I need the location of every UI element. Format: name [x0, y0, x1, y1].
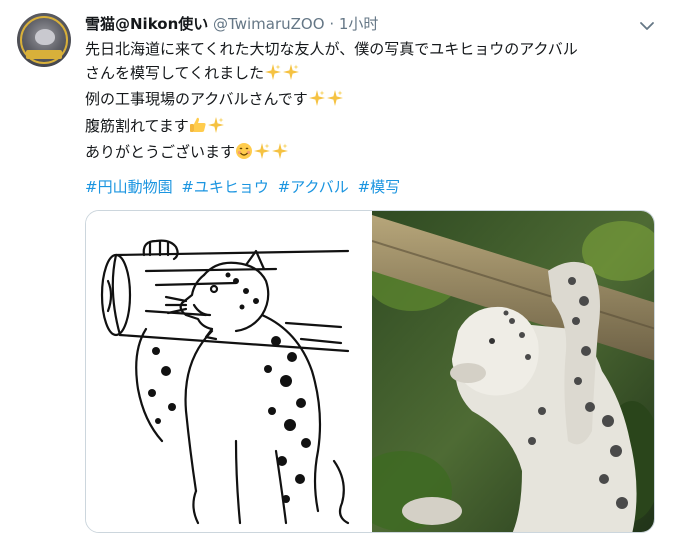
snow-leopard-line-drawing[interactable]: [86, 211, 372, 533]
tweet-line: さんを模写してくれました: [85, 62, 655, 89]
media-grid: [85, 210, 655, 533]
tweet-line: 先日北海道に来てくれた大切な友人が、僕の写真でユキヒョウのアクバル: [85, 40, 578, 58]
user-handle[interactable]: @TwimaruZOO: [213, 15, 324, 33]
sparkles-icon: [271, 142, 289, 168]
tweet-line: 腹筋割れてます: [85, 115, 655, 142]
hashtag-list: #円山動物園 #ユキヒョウ #アクバル #模写: [85, 176, 404, 198]
tweet-text: 先日北海道に来てくれた大切な友人が、僕の写真でユキヒョウのアクバル さんを模写し…: [85, 38, 655, 168]
hashtag-link[interactable]: #アクバル: [278, 178, 349, 196]
avatar[interactable]: [17, 13, 71, 67]
hashtag-link[interactable]: #模写: [358, 178, 401, 196]
display-name[interactable]: 雪猫@Nikon使い: [85, 15, 208, 33]
sparkles-icon: [264, 63, 282, 89]
tweet-line: ありがとうございます: [85, 141, 655, 168]
sparkles-icon: [326, 89, 344, 115]
smiling-face-icon: [235, 142, 253, 168]
sparkles-icon: [282, 63, 300, 89]
separator-dot: ·: [329, 15, 335, 33]
hashtag-link[interactable]: #ユキヒョウ: [181, 178, 269, 196]
sparkles-icon: [308, 89, 326, 115]
sparkles-icon: [207, 116, 225, 142]
tweet-timestamp[interactable]: 1小时: [339, 15, 379, 33]
hashtag-link[interactable]: #円山動物園: [85, 178, 173, 196]
chevron-down-icon[interactable]: [637, 16, 657, 36]
sparkles-icon: [253, 142, 271, 168]
avatar-band: [26, 50, 62, 59]
tweet-line: 例の工事現場のアクバルさんです: [85, 88, 655, 115]
tweet-header: 雪猫@Nikon使い @TwimaruZOO · 1小时: [85, 14, 378, 34]
thumbs-up-icon: [189, 116, 207, 142]
snow-leopard-photo[interactable]: [372, 211, 655, 533]
